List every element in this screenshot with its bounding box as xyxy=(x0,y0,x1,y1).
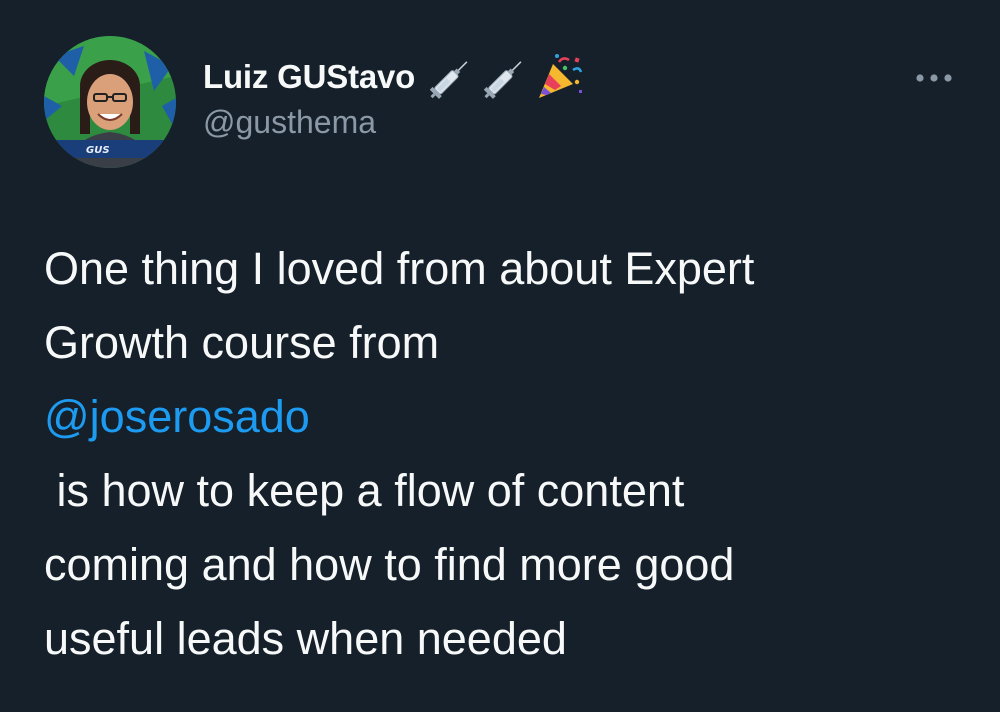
name-emojis xyxy=(427,52,585,102)
tweet-text-line: useful leads when needed xyxy=(44,613,567,664)
author-avatar[interactable]: GUS xyxy=(44,36,176,168)
tweet-text-line: coming and how to find more good xyxy=(44,539,735,590)
author-handle[interactable]: @gusthema xyxy=(203,104,376,141)
tweet-text: One thing I loved from about Expert Grow… xyxy=(44,232,964,676)
tweet-card: GUS Luiz GUStavo @gusthema One thing I l… xyxy=(0,0,1000,712)
tweet-text-line: One thing I loved from about Expert xyxy=(44,243,755,294)
tweet-text-line: Growth course from xyxy=(44,317,440,368)
author-display-name[interactable]: Luiz GUStavo xyxy=(203,58,415,96)
avatar-badge-text: GUS xyxy=(86,145,110,156)
more-options-button[interactable] xyxy=(912,64,956,92)
more-options-icon xyxy=(916,74,952,82)
author-name-row: Luiz GUStavo xyxy=(203,52,585,102)
mention-link[interactable]: @joserosado xyxy=(44,380,964,454)
tweet-text-line: is how to keep a flow of content xyxy=(44,465,685,516)
party-popper-icon xyxy=(535,52,585,102)
syringe-icon xyxy=(481,55,529,99)
syringe-icon xyxy=(427,55,475,99)
